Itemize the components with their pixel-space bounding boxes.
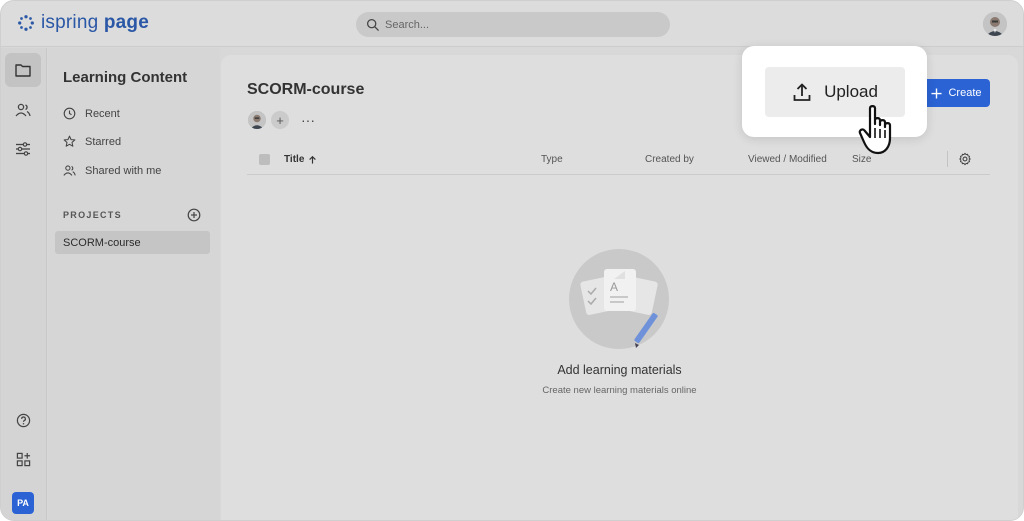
sidebar-item-label: Starred [85, 135, 122, 148]
rail-item-settings[interactable] [5, 132, 41, 166]
documents-illustration-icon: A [580, 269, 658, 348]
users-icon [15, 103, 31, 117]
help-icon [16, 413, 30, 427]
sidebar-title: Learning Content [63, 69, 188, 86]
sliders-icon [16, 142, 30, 156]
sidebar-item-label: Recent [85, 107, 120, 120]
column-created-by[interactable]: Created by [645, 154, 694, 165]
content-sidebar: Learning Content Recent Starred Shared w… [48, 48, 220, 520]
rail-item-content[interactable] [5, 53, 41, 87]
upload-button-label: Upload [824, 82, 878, 101]
gear-icon[interactable] [958, 152, 972, 166]
left-rail: PA [1, 48, 47, 520]
page-title: SCORM-course [247, 81, 365, 98]
user-avatar[interactable] [983, 12, 1007, 36]
shared-users-icon [63, 165, 76, 176]
column-divider [947, 151, 948, 167]
hand-pointer-cursor-icon [858, 105, 892, 155]
ispring-logo-icon [18, 15, 34, 31]
logo-text-regular: ispring [41, 12, 104, 33]
user-photo-icon [983, 12, 1007, 36]
sidebar-item-starred[interactable]: Starred [63, 135, 121, 148]
upload-icon [793, 83, 811, 101]
sidebar-item-shared[interactable]: Shared with me [63, 164, 161, 177]
empty-state-subtitle: Create new learning materials online [542, 385, 697, 396]
rail-item-help[interactable] [5, 403, 41, 437]
search-icon [366, 18, 379, 31]
member-photo-icon [248, 111, 266, 129]
column-type[interactable]: Type [541, 154, 563, 165]
sort-ascending-icon [309, 155, 317, 164]
project-item-scorm-course[interactable]: SCORM-course [55, 231, 210, 254]
star-icon [63, 135, 76, 147]
empty-state-illustration: A [569, 249, 669, 349]
apps-add-icon [16, 452, 30, 466]
sidebar-item-label: Shared with me [85, 164, 162, 177]
folder-icon [15, 64, 31, 77]
add-project-icon[interactable] [187, 208, 201, 222]
app-window: ispring page Search... PA Learning Conte… [0, 0, 1024, 521]
logo-text-bold: page [103, 12, 150, 33]
add-member-button[interactable]: + [271, 111, 289, 129]
projects-heading: PROJECTS [63, 210, 122, 220]
more-options-button[interactable]: ··· [299, 111, 317, 129]
search-input[interactable] [385, 18, 645, 31]
logo[interactable]: ispring page [17, 12, 149, 34]
select-all-checkbox[interactable] [259, 154, 270, 165]
sidebar-item-recent[interactable]: Recent [63, 107, 120, 120]
search-box[interactable] [356, 12, 670, 37]
rail-item-users[interactable] [5, 93, 41, 127]
column-viewed-modified[interactable]: Viewed / Modified [748, 154, 827, 165]
clock-icon [63, 107, 76, 120]
empty-state-title: Add learning materials [557, 363, 682, 377]
top-bar: ispring page [1, 1, 1023, 47]
plus-icon [931, 87, 943, 99]
column-title[interactable]: Title [284, 154, 317, 165]
svg-text:A: A [610, 280, 618, 294]
member-avatar[interactable] [248, 111, 266, 129]
rail-item-apps[interactable] [5, 442, 41, 476]
create-button[interactable]: Create [923, 79, 990, 107]
create-button-label: Create [948, 87, 982, 99]
user-initials-badge[interactable]: PA [12, 492, 34, 514]
